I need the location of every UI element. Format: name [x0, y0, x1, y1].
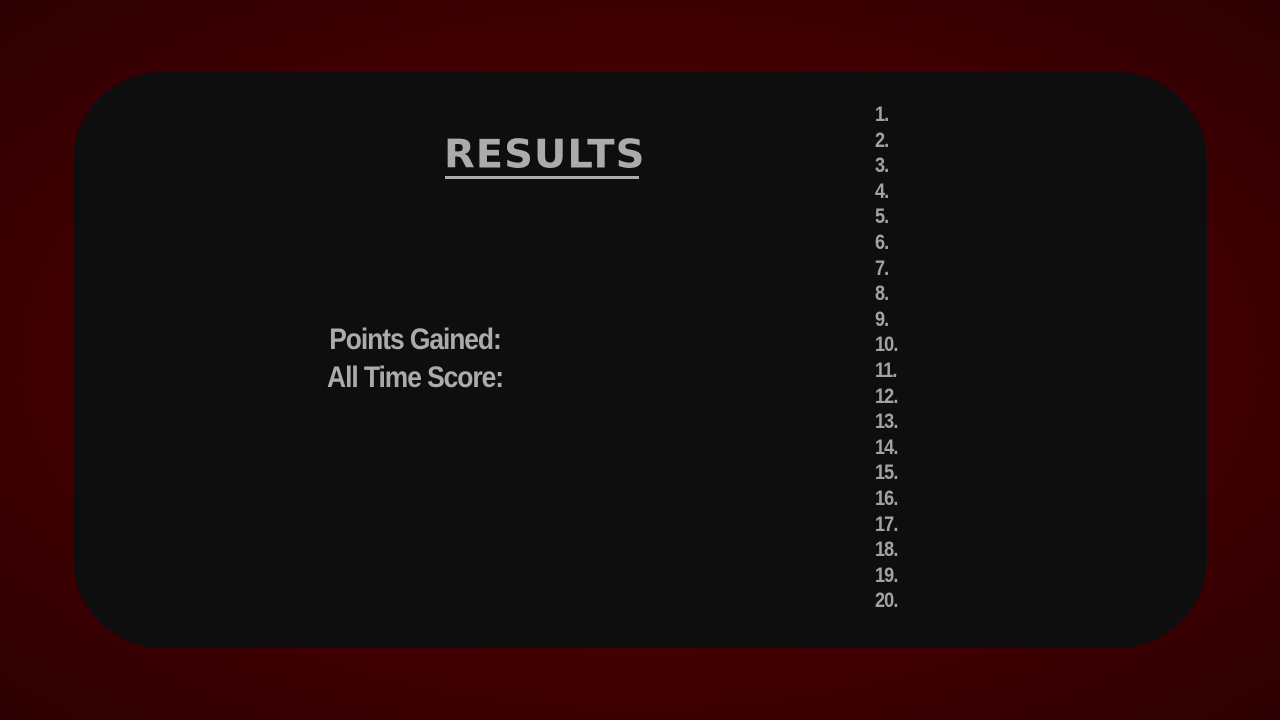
- leaderboard-entry: 18.: [875, 537, 898, 563]
- leaderboard-rank: 9.: [875, 307, 889, 331]
- leaderboard-entry: 17.: [875, 512, 898, 538]
- leaderboard-rank: 14.: [875, 435, 898, 459]
- leaderboard-entry: 9.: [875, 307, 898, 333]
- leaderboard-rank: 12.: [875, 384, 898, 408]
- leaderboard-rank: 10.: [875, 333, 898, 357]
- leaderboard-entry: 16.: [875, 486, 898, 512]
- results-title-underline: [445, 176, 639, 179]
- leaderboard-entry: 7.: [875, 256, 898, 282]
- all-time-score-label: All Time Score:: [327, 361, 504, 394]
- leaderboard-rank: 3.: [875, 154, 889, 178]
- leaderboard-entry: 2.: [875, 128, 898, 154]
- leaderboard-rank: 7.: [875, 256, 889, 280]
- leaderboard-rank: 11.: [875, 358, 897, 382]
- leaderboard-entry: 13.: [875, 409, 898, 435]
- results-title: RESULTS: [444, 132, 646, 178]
- leaderboard-rank: 20.: [875, 589, 898, 613]
- leaderboard-entry: 1.: [875, 102, 898, 128]
- leaderboard-rank: 18.: [875, 538, 898, 562]
- leaderboard-rank: 16.: [875, 486, 898, 510]
- leaderboard-entry: 8.: [875, 281, 898, 307]
- leaderboard-rank: 6.: [875, 230, 889, 254]
- leaderboard-list: 1. 2. 3. 4. 5. 6. 7. 8. 9. 10. 11. 12. 13. 14. 15. 16. 1…: [875, 102, 901, 614]
- leaderboard-rank: 2.: [875, 128, 889, 152]
- leaderboard-rank: 15.: [875, 461, 898, 485]
- leaderboard-entry: 20.: [875, 588, 898, 614]
- leaderboard-entry: 5.: [875, 204, 898, 230]
- leaderboard-rank: 13.: [875, 410, 898, 434]
- points-gained-label: Points Gained:: [329, 323, 502, 356]
- leaderboard-rank: 19.: [875, 563, 898, 587]
- leaderboard-entry: 15.: [875, 460, 898, 486]
- leaderboard-entry: 6.: [875, 230, 898, 256]
- leaderboard-entry: 14.: [875, 435, 898, 461]
- leaderboard-rank: 8.: [875, 282, 889, 306]
- leaderboard-entry: 19.: [875, 563, 898, 589]
- leaderboard-entry: 10.: [875, 332, 898, 358]
- leaderboard-entry: 11.: [875, 358, 898, 384]
- leaderboard-entry: 3.: [875, 153, 898, 179]
- leaderboard-rank: 4.: [875, 179, 889, 203]
- leaderboard-rank: 5.: [875, 205, 889, 229]
- leaderboard-entry: 4.: [875, 179, 898, 205]
- leaderboard-entry: 12.: [875, 384, 898, 410]
- leaderboard-rank: 17.: [875, 512, 898, 536]
- leaderboard-rank: 1.: [875, 103, 889, 126]
